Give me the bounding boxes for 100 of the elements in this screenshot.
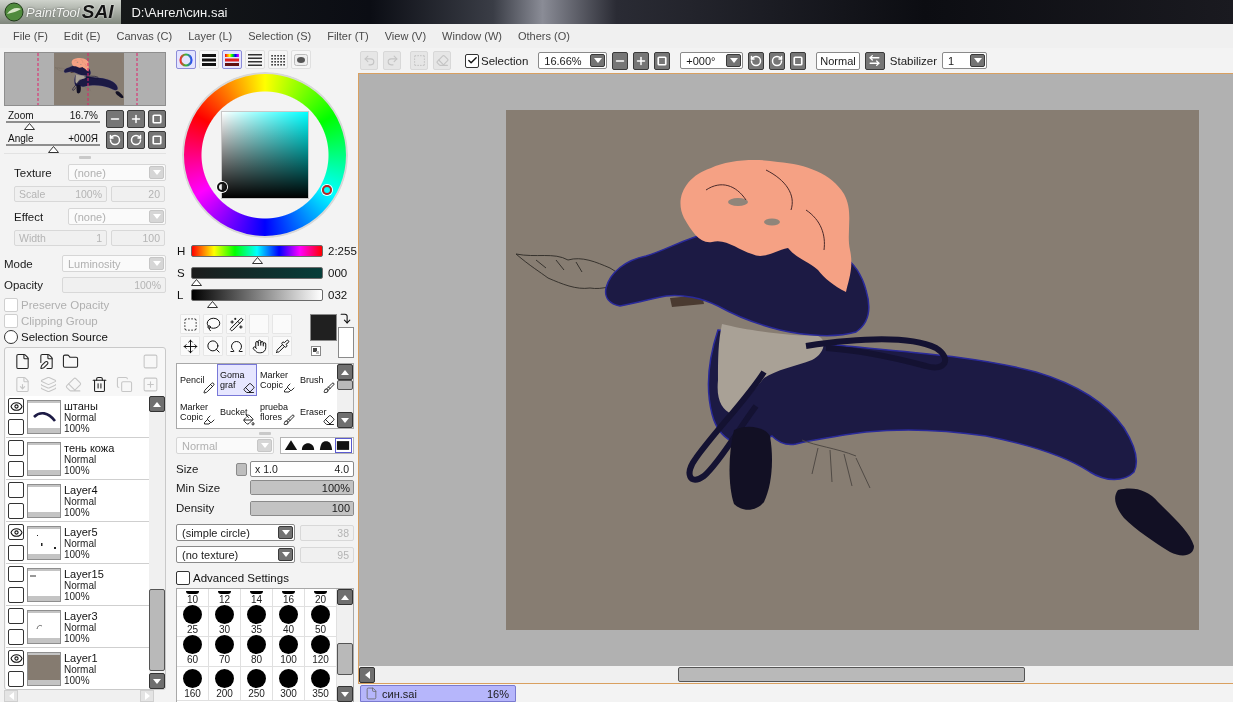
- rotate-left-button[interactable]: [748, 51, 765, 70]
- scroll-down-button[interactable]: [149, 673, 165, 689]
- scroll-up-button[interactable]: [149, 396, 165, 412]
- saturation-value-square[interactable]: [221, 111, 309, 199]
- brush-size-option[interactable]: 120: [305, 637, 337, 667]
- lock-toggle[interactable]: [8, 461, 24, 477]
- edge-shape-button[interactable]: [282, 438, 300, 453]
- flip-button[interactable]: [864, 51, 885, 70]
- menu-item[interactable]: View (V): [384, 30, 427, 42]
- layer-item[interactable]: Layer15 Normal 100%: [6, 564, 149, 606]
- picker-marker-icon[interactable]: [217, 182, 227, 192]
- visibility-toggle[interactable]: [8, 398, 24, 414]
- density-slider[interactable]: 100: [250, 500, 354, 516]
- brush-size-option[interactable]: 12: [209, 589, 241, 607]
- zoom-reset-button[interactable]: [654, 51, 671, 70]
- menu-item[interactable]: Edit (E): [63, 30, 101, 42]
- brush-size-option[interactable]: 30: [209, 607, 241, 637]
- brush-size-option[interactable]: 300: [273, 667, 305, 701]
- lock-toggle[interactable]: [8, 503, 24, 519]
- brush-size-option[interactable]: 80: [241, 637, 273, 667]
- folder-icon[interactable]: [62, 352, 79, 370]
- radio-button[interactable]: [4, 330, 18, 344]
- scrollbar[interactable]: [337, 364, 353, 428]
- visibility-toggle[interactable]: [8, 566, 24, 582]
- zoom-reset-button[interactable]: [148, 110, 166, 128]
- layer-item[interactable]: Layer5 Normal 100%: [6, 522, 149, 564]
- slider-thumb[interactable]: [24, 123, 36, 130]
- brush-size-option[interactable]: 50: [305, 607, 337, 637]
- slider-thumb[interactable]: [47, 146, 59, 153]
- scrollbar-thumb[interactable]: [337, 643, 353, 675]
- size-field[interactable]: x 1.0 4.0: [250, 461, 354, 477]
- navigator-preview[interactable]: [4, 52, 166, 106]
- magic-wand-tool[interactable]: [226, 314, 246, 334]
- stabilizer-dropdown[interactable]: 1: [942, 52, 988, 69]
- size-mode-button[interactable]: [236, 462, 247, 476]
- angle-dropdown[interactable]: +000°: [680, 52, 744, 69]
- checkbox[interactable]: [176, 570, 190, 585]
- layer-item[interactable]: Layer3 Normal 100%: [6, 606, 149, 648]
- layer-item[interactable]: штаны Normal 100%: [6, 396, 149, 438]
- rotate-right-button[interactable]: [769, 51, 786, 70]
- hue-marker-icon[interactable]: [322, 185, 332, 195]
- trash-icon[interactable]: [90, 375, 108, 393]
- brush-size-option[interactable]: 200: [209, 667, 241, 701]
- lock-toggle[interactable]: [8, 671, 24, 687]
- checkbox[interactable]: [465, 53, 479, 68]
- color-mode-tab[interactable]: [222, 50, 242, 69]
- zoom-in-button[interactable]: [633, 51, 650, 70]
- color-mode-tab[interactable]: [176, 50, 196, 69]
- layer-item[interactable]: Layer1 Normal 100%: [6, 648, 149, 689]
- scrollbar[interactable]: [149, 396, 165, 689]
- rotation-reset-button[interactable]: [148, 131, 166, 149]
- document-tab[interactable]: син.sai 16%: [360, 685, 516, 702]
- menu-item[interactable]: Filter (T): [327, 30, 369, 42]
- angle-slider[interactable]: [6, 144, 100, 153]
- menu-item[interactable]: Canvas (C): [116, 30, 173, 42]
- rotation-reset-button[interactable]: [790, 51, 807, 70]
- eyedropper-tool[interactable]: [272, 336, 292, 356]
- scrollbar[interactable]: [337, 589, 353, 702]
- brush-size-option[interactable]: 100: [273, 637, 305, 667]
- panel-grip[interactable]: [259, 431, 271, 435]
- scrollbar-thumb[interactable]: [149, 589, 165, 671]
- pen-file-icon[interactable]: [38, 352, 55, 370]
- brush-size-option[interactable]: 35: [241, 607, 273, 637]
- swap-arrow-icon[interactable]: [339, 312, 352, 326]
- visibility-toggle[interactable]: [8, 482, 24, 498]
- lightness-slider[interactable]: [191, 289, 323, 309]
- scroll-down-button[interactable]: [337, 686, 353, 702]
- brush-size-option[interactable]: 10: [177, 589, 209, 607]
- brush-size-option[interactable]: 40: [273, 607, 305, 637]
- brush-tool[interactable]: Goma graf: [217, 364, 257, 396]
- lock-toggle[interactable]: [8, 545, 24, 561]
- panel-grip[interactable]: [79, 156, 91, 159]
- zoom-tool[interactable]: [203, 336, 223, 356]
- layer-item[interactable]: тень кожа Normal 100%: [6, 438, 149, 480]
- scroll-left-button[interactable]: [359, 666, 375, 683]
- hand-tool[interactable]: [249, 336, 269, 356]
- lock-toggle[interactable]: [8, 629, 24, 645]
- file-icon[interactable]: [14, 352, 31, 370]
- menu-item[interactable]: Window (W): [442, 30, 502, 42]
- brush-size-option[interactable]: 350: [305, 667, 337, 701]
- brush-shape-dropdown[interactable]: (simple circle): [176, 524, 295, 541]
- visibility-toggle[interactable]: [8, 608, 24, 624]
- visibility-toggle[interactable]: [8, 440, 24, 456]
- menu-item[interactable]: Others (O): [517, 30, 570, 42]
- brush-size-option[interactable]: 16: [273, 589, 305, 607]
- lock-toggle[interactable]: [8, 587, 24, 603]
- brush-size-option[interactable]: 250: [241, 667, 273, 701]
- zoom-out-button[interactable]: [612, 51, 629, 70]
- rotate-tool[interactable]: [226, 336, 246, 356]
- min-size-slider[interactable]: 100%: [250, 480, 354, 495]
- move-tool[interactable]: [180, 336, 200, 356]
- secondary-color-swatch[interactable]: [338, 327, 354, 358]
- brush-size-option[interactable]: 25: [177, 607, 209, 637]
- hue-slider[interactable]: [191, 245, 323, 265]
- menu-item[interactable]: Layer (L): [188, 30, 233, 42]
- edge-shape-button[interactable]: [317, 438, 335, 453]
- layer-item[interactable]: Layer4 Normal 100%: [6, 480, 149, 522]
- brush-size-option[interactable]: 70: [209, 637, 241, 667]
- zoom-dropdown[interactable]: 16.66%: [538, 52, 608, 69]
- primary-color-swatch[interactable]: [310, 314, 337, 341]
